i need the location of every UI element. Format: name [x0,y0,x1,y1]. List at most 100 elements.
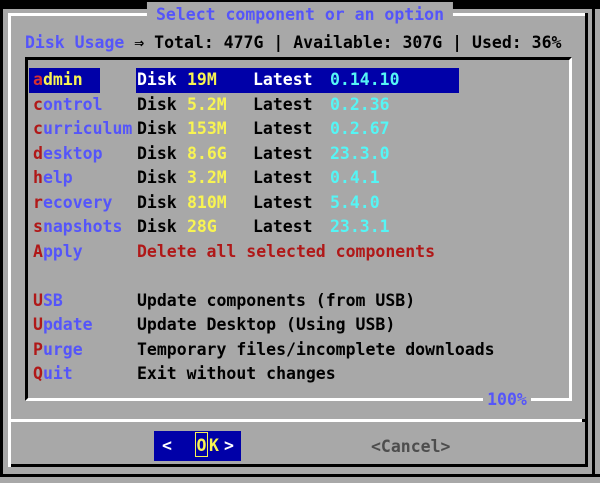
latest-label: Latest [253,94,313,114]
tag-hotkey-letter: U [33,290,43,310]
tag-hotkey-letter: P [33,339,43,359]
screen-frame-bottom [0,474,600,477]
ok-right-arrow: > [224,436,234,455]
latest-label: Latest [253,143,313,163]
screen-frame-left [0,9,3,477]
dialog-corner-bottom-left [8,464,11,467]
menu-item-tag: Update [33,313,93,338]
menu-item-row[interactable]: recovery Disk 810M Latest 5.4.0 [28,191,569,216]
latest-label: Latest [253,192,313,212]
scroll-percentage: 100% [483,388,531,412]
disk-size: 28G [187,217,217,236]
tag-rest: ontrol [42,94,103,114]
tag-rest: urge [42,339,83,359]
disk-size: 19M [187,70,217,89]
item-description: Update components (from USB) [137,290,416,310]
disk-label: Disk [137,119,177,138]
tag-hotkey-letter: s [33,217,43,236]
dialog-border-left [8,13,11,467]
menu-item-row[interactable]: Quit Exit without changes [28,362,569,387]
item-description: Exit without changes [137,364,336,383]
tag-rest: pply [42,241,83,261]
menu-item-tag: control [33,93,103,118]
menu-item-tag: USB [33,289,63,314]
disk-size: 8.6G [187,143,227,163]
terminal-screen: Select component or an option Disk Usage… [0,0,600,483]
tag-rest: ecovery [42,192,113,212]
tag-hotkey-letter: A [33,241,43,261]
menu-rows: admin Disk 19M Latest 0.14.10 control Disk 5.2M… [28,60,569,387]
tag-hotkey-letter: Q [33,364,43,383]
item-description: Temporary files/incomplete downloads [137,339,495,359]
button-separator-end [582,419,588,422]
tag-rest: uit [42,364,73,383]
menu-item-tag: Apply [33,240,83,265]
tag-hotkey-letter: c [33,94,43,114]
menu-item-row[interactable]: control Disk 5.2M Latest 0.2.36 [28,93,569,118]
menu-item-tag: desktop [33,142,103,167]
screen-frame-right [592,9,595,477]
disk-size: 810M [187,192,227,212]
latest-label: Latest [253,119,313,138]
tag-hotkey-letter: c [33,119,43,138]
disk-label: Disk [137,168,177,187]
menu-item-row[interactable]: admin Disk 19M Latest 0.14.10 [28,68,569,93]
cancel-button[interactable]: <Cancel> [371,434,463,459]
disk-label: Disk [137,94,177,114]
latest-version: 0.4.1 [330,168,380,187]
latest-version: 23.3.0 [330,143,390,163]
menu-item-row[interactable]: snapshots Disk 28G Latest 23.3.1 [28,215,569,240]
latest-version: 23.3.1 [330,217,390,236]
tag-hotkey-letter: h [33,168,43,187]
menu-item-tag: Purge [33,338,83,363]
ok-label-rest: K [209,436,219,455]
item-description: Delete all selected components [137,241,436,261]
ok-left-arrow: < [162,436,172,455]
latest-version: 0.14.10 [330,70,400,89]
menu-spacer-row [28,264,569,289]
menu-item-tag: help [33,166,73,191]
tag-hotkey-letter: r [33,192,43,212]
dialog-border-right [585,13,588,467]
menu-item-tag: curriculum [33,117,132,142]
tag-rest: elp [42,168,73,187]
menu-listbox: admin Disk 19M Latest 0.14.10 control Disk 5.2M… [25,57,572,401]
tag-hotkey-letter: d [33,143,43,163]
dialog-border-bottom [11,464,588,467]
latest-version: 0.2.36 [330,94,390,114]
disk-size: 3.2M [187,168,227,187]
disk-usage-summary: Disk Usage ⇒ Total: 477G | Available: 30… [25,31,561,55]
latest-version: 5.4.0 [330,192,380,212]
menu-item-row[interactable]: desktop Disk 8.6G Latest 23.3.0 [28,142,569,167]
disk-size: 153M [187,119,227,138]
button-separator-line [11,419,582,422]
dialog-title: Select component or an option [146,2,454,27]
disk-usage-text [124,33,134,52]
disk-label: Disk [137,192,177,212]
ok-cursor-char: O [195,432,208,457]
menu-item-tag: admin [33,68,83,93]
menu-item-row[interactable]: Purge Temporary files/incomplete download… [28,338,569,363]
menu-item-tag: recovery [33,191,112,216]
latest-label: Latest [253,70,313,89]
menu-item-row[interactable]: curriculum Disk 153M Latest 0.2.67 [28,117,569,142]
tag-rest: napshots [42,217,123,236]
tag-rest: urriculum [42,119,133,138]
tag-rest: SB [42,290,63,310]
menu-item-row[interactable]: help Disk 3.2M Latest 0.4.1 [28,166,569,191]
ok-button[interactable]: < O K > [154,431,241,461]
menu-item-row[interactable]: Apply Delete all selected components [28,240,569,265]
menu-item-tag: Quit [33,362,73,387]
disk-label: Disk [137,143,177,163]
menu-item-tag: snapshots [33,215,122,240]
latest-label: Latest [253,168,313,187]
tag-hotkey-letter: U [33,315,43,334]
latest-label: Latest [253,217,313,236]
menu-item-row[interactable]: Update Update Desktop (Using USB) [28,313,569,338]
tag-hotkey-letter: a [33,70,43,89]
tag-rest: esktop [42,143,103,163]
menu-item-row[interactable]: USB Update components (from USB) [28,289,569,314]
disk-size: 5.2M [187,94,227,114]
disk-label: Disk [137,217,177,236]
latest-version: 0.2.67 [330,119,390,138]
